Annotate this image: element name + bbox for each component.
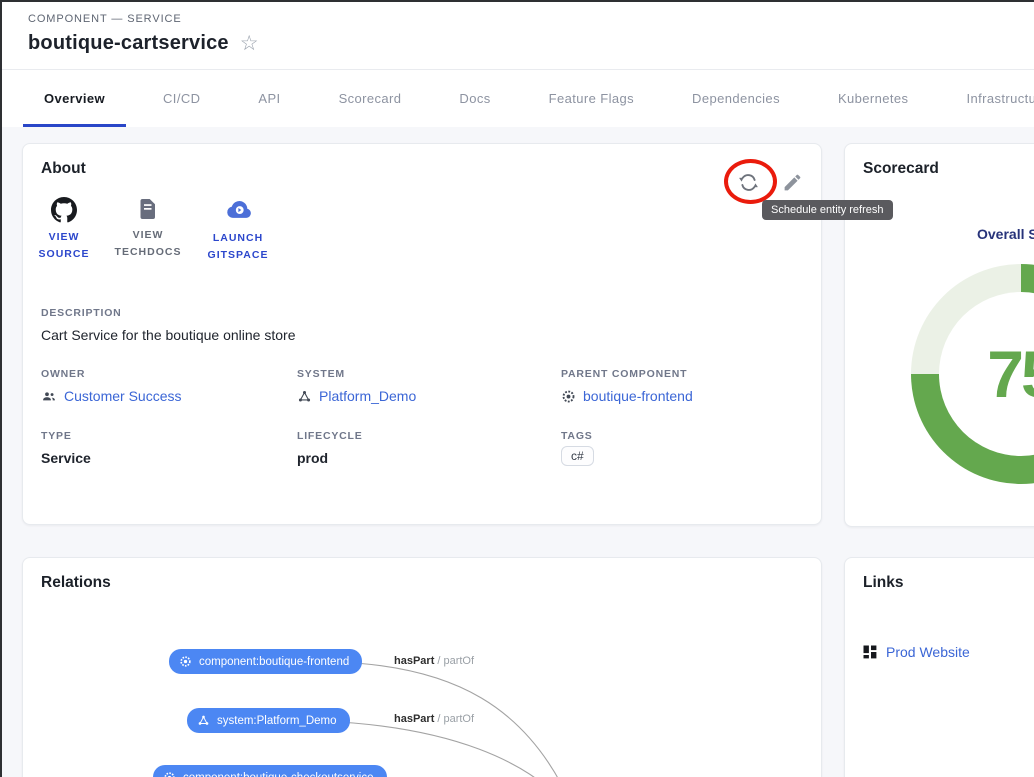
tab-overview[interactable]: Overview: [15, 70, 134, 127]
window-frame-left: [0, 0, 2, 777]
system-icon: [297, 389, 312, 404]
system-link[interactable]: Platform_Demo: [319, 388, 416, 404]
view-techdocs-button[interactable]: VIEW TECHDOCS: [105, 197, 191, 265]
links-card-title: Links: [863, 574, 903, 592]
links-card: Links Prod Website: [844, 557, 1034, 777]
field-tags: TAGS c#: [561, 430, 693, 466]
description-label: DESCRIPTION: [41, 307, 295, 319]
component-icon: [561, 389, 576, 404]
tab-feature-flags[interactable]: Feature Flags: [520, 70, 663, 127]
entity-header: COMPONENT — SERVICE boutique-cartservice…: [0, 0, 1034, 70]
tag-chip: c#: [561, 446, 594, 466]
component-icon: [163, 771, 176, 777]
refresh-button[interactable]: [736, 168, 760, 196]
edit-pencil-icon: [782, 172, 803, 193]
scorecard-card-title: Scorecard: [863, 160, 939, 178]
page-title: boutique-cartservice: [28, 32, 229, 55]
field-lifecycle: LIFECYCLE prod: [297, 430, 561, 466]
overall-score-label: Overall Score: [977, 226, 1034, 242]
about-card: About Schedule entity refresh VIEW: [22, 143, 822, 525]
field-system: SYSTEM Platform_Demo: [297, 368, 561, 404]
github-icon: [51, 197, 77, 223]
relations-card: Relations component:boutique-frontend sy…: [22, 557, 822, 777]
group-icon: [41, 388, 57, 404]
description-value: Cart Service for the boutique online sto…: [41, 327, 295, 343]
tab-dependencies[interactable]: Dependencies: [663, 70, 809, 127]
parent-component-link[interactable]: boutique-frontend: [583, 388, 693, 404]
score-value: 75: [987, 336, 1034, 412]
tab-kubernetes[interactable]: Kubernetes: [809, 70, 938, 127]
tab-api[interactable]: API: [229, 70, 309, 127]
edge-label: hasPart/ partOf: [394, 713, 474, 725]
relations-graph-edges: [23, 558, 823, 777]
field-parent-component: PARENT COMPONENT boutique-frontend: [561, 368, 693, 404]
refresh-icon: [737, 171, 760, 194]
relation-node-platform-demo[interactable]: system:Platform_Demo: [187, 708, 350, 733]
view-source-button[interactable]: VIEW SOURCE: [23, 197, 105, 265]
field-owner: OWNER Customer Success: [41, 368, 297, 404]
system-icon: [197, 714, 210, 727]
tab-infrastructure[interactable]: Infrastructure: [937, 70, 1034, 127]
link-prod-website[interactable]: Prod Website: [863, 644, 970, 660]
refresh-tooltip: Schedule entity refresh: [762, 200, 893, 220]
gitspace-cloud-icon: [225, 197, 252, 224]
relation-node-boutique-checkoutservice[interactable]: component:boutique-checkoutservice: [153, 765, 387, 777]
score-ring: 75: [911, 264, 1034, 484]
component-icon: [179, 655, 192, 668]
entity-tabs: Overview CI/CD API Scorecard Docs Featur…: [0, 70, 1034, 127]
tab-scorecard[interactable]: Scorecard: [310, 70, 431, 127]
relation-node-boutique-frontend[interactable]: component:boutique-frontend: [169, 649, 362, 674]
relations-card-title: Relations: [41, 574, 111, 592]
dashboard-grid-icon: [863, 645, 877, 659]
owner-link[interactable]: Customer Success: [64, 388, 181, 404]
breadcrumb: COMPONENT — SERVICE: [28, 13, 1034, 25]
tab-cicd[interactable]: CI/CD: [134, 70, 229, 127]
field-type: TYPE Service: [41, 430, 297, 466]
favorite-star-icon[interactable]: ☆: [240, 33, 259, 54]
edge-label: hasPart/ partOf: [394, 655, 474, 667]
tab-docs[interactable]: Docs: [430, 70, 519, 127]
edit-button[interactable]: [780, 168, 804, 196]
window-frame-top: [0, 0, 1034, 2]
launch-gitspace-button[interactable]: LAUNCH GITSPACE: [191, 197, 285, 265]
document-icon: [136, 197, 160, 221]
about-card-title: About: [41, 160, 86, 178]
